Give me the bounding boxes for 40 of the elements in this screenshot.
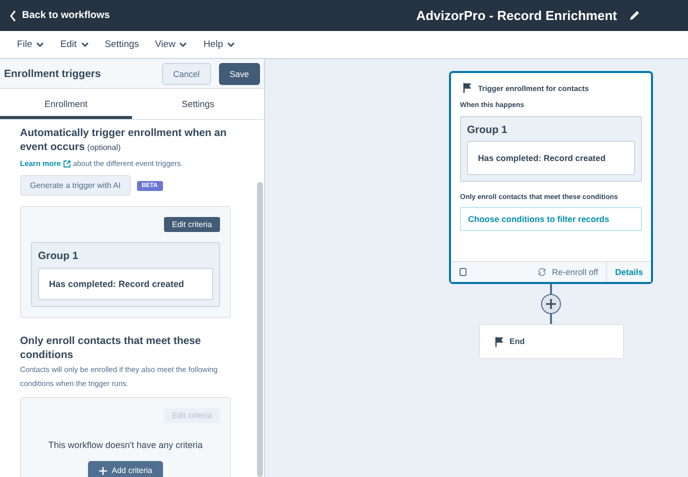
save-button[interactable]: Save xyxy=(218,62,260,84)
tab[interactable]: Enrollment xyxy=(0,89,132,119)
caret-icon xyxy=(36,41,44,48)
edit-criteria-button[interactable]: Edit criteria xyxy=(164,217,220,232)
empty-message: This workflow doesn't have any criteria xyxy=(48,440,203,450)
caret-icon xyxy=(179,41,188,48)
group-title: Group 1 xyxy=(467,124,508,136)
refresh-icon xyxy=(536,267,547,277)
flag-icon xyxy=(463,83,471,93)
clipboard-icon xyxy=(459,267,467,277)
add-step-button[interactable] xyxy=(541,294,561,314)
menu-item[interactable]: View xyxy=(148,35,194,54)
end-label: End xyxy=(510,337,525,346)
reenroll-status: Re-enroll off xyxy=(552,267,598,277)
add-criteria-button[interactable]: Add criteria xyxy=(88,461,164,477)
tab[interactable]: Settings xyxy=(132,89,264,119)
plus-icon xyxy=(546,299,556,309)
cancel-button[interactable]: Cancel xyxy=(162,62,211,84)
caret-icon xyxy=(226,41,235,48)
menu-item[interactable]: Edit xyxy=(53,35,96,54)
generate-ai-button[interactable]: Generate a trigger with AI xyxy=(20,175,131,196)
panel-title: Enrollment triggers xyxy=(4,68,101,80)
caret-icon xyxy=(80,41,89,48)
flag-icon xyxy=(494,336,502,346)
external-link-icon xyxy=(62,160,71,168)
pencil-icon xyxy=(629,10,640,21)
workflow-title: AdvizorPro - Record Enrichment xyxy=(416,8,617,23)
menu-item[interactable]: Help xyxy=(196,35,242,54)
menu-item[interactable]: Settings xyxy=(98,35,146,54)
section-heading: Automatically trigger enrollment when an event occurs (optional) xyxy=(20,126,228,154)
criterion-item: Has completed: Record created xyxy=(38,268,213,300)
plus-icon xyxy=(98,466,107,474)
section-heading: Only enroll contacts that meet these conditions xyxy=(20,334,202,362)
back-link[interactable]: Back to workflows xyxy=(10,10,110,22)
criterion-item: Has completed: Record created xyxy=(467,141,635,175)
filter-conditions-button[interactable]: Choose conditions to filter records xyxy=(460,207,642,231)
scrollbar[interactable] xyxy=(257,182,263,477)
back-icon xyxy=(10,10,16,22)
group-title: Group 1 xyxy=(38,250,80,262)
menu-item[interactable]: File xyxy=(10,35,52,54)
